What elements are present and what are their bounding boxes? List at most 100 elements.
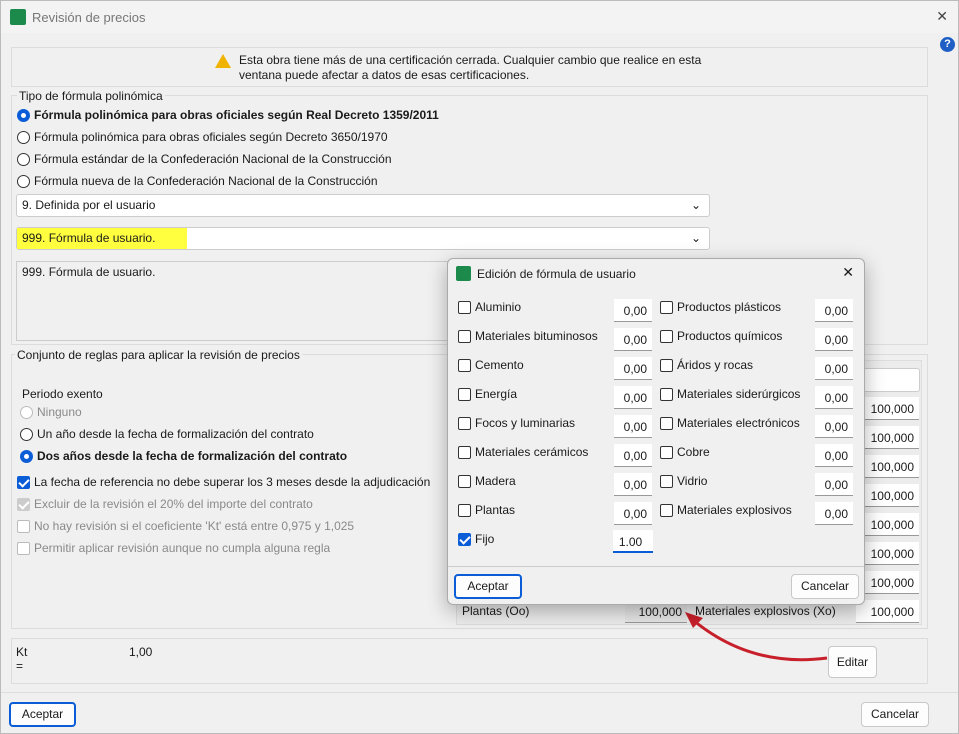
component-weight-input[interactable]: 0,00 — [614, 444, 652, 467]
component-weight-input[interactable]: 0,00 — [815, 328, 853, 351]
component-right-6[interactable]: Vidrio — [660, 471, 707, 491]
radio[interactable] — [20, 406, 33, 420]
rule-check-1[interactable]: La fecha de referencia no debe superar l… — [17, 472, 430, 492]
formula-option-1[interactable]: Fórmula polinómica para obras oficiales … — [17, 105, 439, 125]
fixed-check[interactable]: Fijo — [458, 529, 494, 549]
formula-option-3[interactable]: Fórmula estándar de la Confederación Nac… — [17, 149, 392, 169]
accept-button[interactable]: Aceptar — [9, 702, 76, 727]
component-weight-input[interactable]: 0,00 — [614, 328, 652, 351]
checkbox[interactable] — [458, 301, 471, 315]
component-left-1[interactable]: Materiales bituminosos — [458, 326, 598, 346]
component-left-3[interactable]: Energía — [458, 384, 517, 404]
period-one-year[interactable]: Un año desde la fecha de formalización d… — [20, 424, 314, 444]
option-label: Ninguno — [37, 405, 82, 419]
component-weight-input[interactable]: 0,00 — [815, 444, 853, 467]
component-weight-input[interactable]: 0,00 — [614, 473, 652, 496]
checkbox[interactable] — [458, 359, 471, 373]
component-right-1[interactable]: Productos químicos — [660, 326, 782, 346]
rule-check-4[interactable]: Permitir aplicar revisión aunque no cump… — [17, 538, 330, 558]
component-weight-input[interactable]: 0,00 — [614, 502, 652, 525]
checkbox[interactable] — [17, 520, 30, 534]
option-label: Fórmula polinómica para obras oficiales … — [34, 130, 388, 144]
checkbox[interactable] — [458, 533, 471, 547]
component-weight-input[interactable]: 0,00 — [815, 299, 853, 322]
formula-select[interactable]: 999. Fórmula de usuario. ⌄ — [16, 227, 710, 250]
radio[interactable] — [17, 131, 30, 145]
dialog-close-icon[interactable]: ✕ — [842, 264, 854, 281]
checkbox[interactable] — [660, 446, 673, 460]
checkbox[interactable] — [660, 359, 673, 373]
index-value-explosivos[interactable]: 100,000 — [856, 600, 919, 623]
formula-category-select[interactable]: 9. Definida por el usuario ⌄ — [16, 194, 710, 217]
fixed-input[interactable]: 1.00 — [613, 530, 653, 553]
radio-selected[interactable] — [17, 109, 30, 123]
close-icon[interactable]: ✕ — [936, 8, 948, 25]
component-weight-input[interactable]: 0,00 — [815, 415, 853, 438]
help-icon[interactable]: ? — [940, 37, 955, 52]
radio[interactable] — [17, 175, 30, 189]
component-weight-input[interactable]: 0,00 — [614, 386, 652, 409]
component-left-6[interactable]: Madera — [458, 471, 516, 491]
checkbox[interactable] — [458, 417, 471, 431]
radio-selected[interactable] — [20, 450, 33, 464]
component-right-2[interactable]: Áridos y rocas — [660, 355, 753, 375]
dialog-cancel-button[interactable]: Cancelar — [791, 574, 859, 599]
component-weight-input[interactable]: 0,00 — [815, 473, 853, 496]
checkbox[interactable] — [458, 504, 471, 518]
checkbox[interactable] — [17, 498, 30, 512]
checkbox[interactable] — [17, 476, 30, 490]
component-weight-input[interactable]: 0,00 — [614, 299, 652, 322]
component-right-7[interactable]: Materiales explosivos — [660, 500, 792, 520]
rule-check-3[interactable]: No hay revisión si el coeficiente 'Kt' e… — [17, 516, 354, 536]
check-label: Permitir aplicar revisión aunque no cump… — [34, 541, 331, 555]
component-right-3[interactable]: Materiales siderúrgicos — [660, 384, 800, 404]
radio[interactable] — [20, 428, 33, 442]
index-value[interactable]: 100,000 — [856, 542, 919, 565]
formula-option-2[interactable]: Fórmula polinómica para obras oficiales … — [17, 127, 388, 147]
index-value[interactable]: 100,000 — [856, 455, 919, 478]
index-value[interactable]: 100,000 — [856, 426, 919, 449]
checkbox[interactable] — [660, 388, 673, 402]
component-left-4[interactable]: Focos y luminarias — [458, 413, 575, 433]
checkbox[interactable] — [660, 504, 673, 518]
warning-text: Esta obra tiene más de una certificación… — [239, 53, 701, 83]
checkbox[interactable] — [17, 542, 30, 556]
component-left-2[interactable]: Cemento — [458, 355, 524, 375]
user-formula-dialog: Edición de fórmula de usuario ✕ Aluminio… — [447, 258, 865, 605]
dialog-accept-button[interactable]: Aceptar — [454, 574, 522, 599]
index-input[interactable] — [857, 368, 920, 392]
rule-check-2[interactable]: Excluir de la revisión el 20% del import… — [17, 494, 313, 514]
component-weight-input[interactable]: 0,00 — [815, 502, 853, 525]
component-left-5[interactable]: Materiales cerámicos — [458, 442, 588, 462]
formula-option-4[interactable]: Fórmula nueva de la Confederación Nacion… — [17, 171, 378, 191]
edit-button[interactable]: Editar — [828, 646, 877, 678]
cancel-button[interactable]: Cancelar — [861, 702, 929, 727]
component-left-7[interactable]: Plantas — [458, 500, 515, 520]
checkbox[interactable] — [660, 330, 673, 344]
component-right-4[interactable]: Materiales electrónicos — [660, 413, 800, 433]
checkbox[interactable] — [458, 475, 471, 489]
period-two-years[interactable]: Dos años desde la fecha de formalización… — [20, 446, 347, 466]
checkbox[interactable] — [458, 388, 471, 402]
component-right-0[interactable]: Productos plásticos — [660, 297, 781, 317]
component-weight-input[interactable]: 0,00 — [614, 415, 652, 438]
component-weight-input[interactable]: 0,00 — [815, 386, 853, 409]
select-value: 9. Definida por el usuario — [22, 198, 156, 212]
radio[interactable] — [17, 153, 30, 167]
component-left-0[interactable]: Aluminio — [458, 297, 521, 317]
checkbox[interactable] — [458, 446, 471, 460]
index-value[interactable]: 100,000 — [856, 397, 919, 420]
index-value[interactable]: 100,000 — [856, 513, 919, 536]
period-none[interactable]: Ninguno — [20, 402, 82, 422]
component-weight-input[interactable]: 0,00 — [614, 357, 652, 380]
index-value[interactable]: 100,000 — [856, 571, 919, 594]
component-label: Energía — [475, 387, 518, 401]
checkbox[interactable] — [660, 301, 673, 315]
index-value[interactable]: 100,000 — [856, 484, 919, 507]
checkbox[interactable] — [660, 417, 673, 431]
checkbox[interactable] — [660, 475, 673, 489]
checkbox[interactable] — [458, 330, 471, 344]
component-right-5[interactable]: Cobre — [660, 442, 710, 462]
component-weight-input[interactable]: 0,00 — [815, 357, 853, 380]
component-label: Productos plásticos — [677, 300, 782, 314]
